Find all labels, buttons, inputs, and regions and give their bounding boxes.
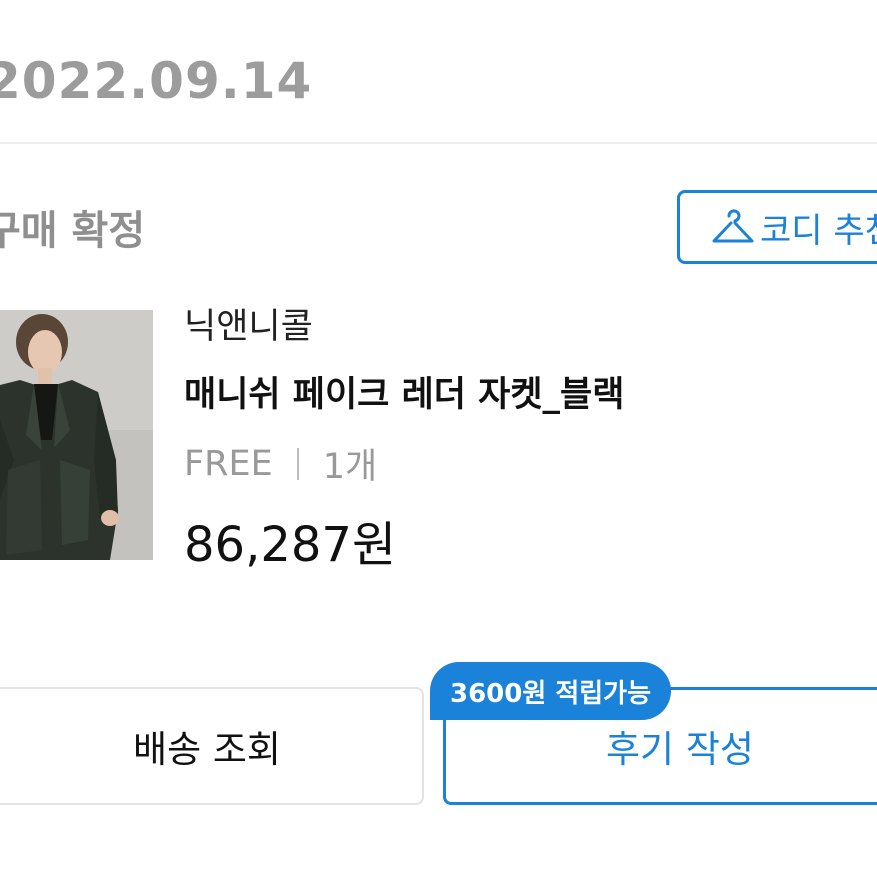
order-card: 2022.09.14 구매 확정 코디 추천 (0, 0, 877, 877)
product-image[interactable] (0, 310, 153, 560)
coordi-button-label: 코디 추천 (760, 210, 877, 251)
delivery-tracking-button[interactable]: 배송 조회 (0, 687, 424, 805)
option-separator (296, 447, 299, 480)
points-badge: 3600원 적립가능 (430, 662, 672, 720)
order-status: 구매 확정 (0, 208, 146, 254)
hanger-icon (710, 207, 756, 247)
product-brand[interactable]: 닉앤니콜 (184, 298, 313, 349)
product-option-size: FREE (184, 443, 273, 484)
product-option: FREE 1개 (184, 438, 377, 489)
divider (0, 142, 877, 144)
product-name[interactable]: 매니쉬 페이크 레더 자켓_블랙 (184, 366, 624, 417)
order-date: 2022.09.14 (0, 52, 313, 110)
product-price: 86,287원 (184, 517, 397, 573)
product-quantity: 1개 (322, 447, 378, 487)
coordi-recommend-button[interactable]: 코디 추천 (677, 190, 877, 264)
